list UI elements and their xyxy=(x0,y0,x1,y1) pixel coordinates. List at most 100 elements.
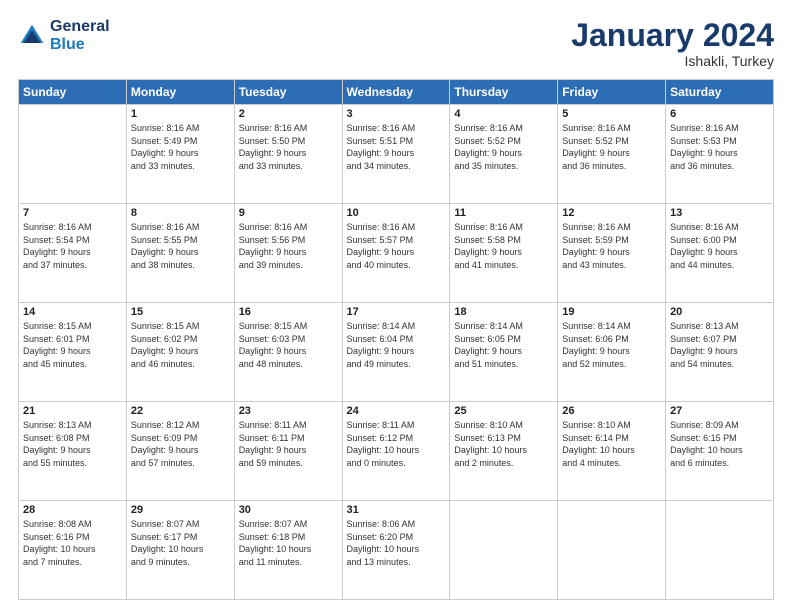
page: General Blue January 2024 Ishakli, Turke… xyxy=(0,0,792,612)
day-number: 3 xyxy=(347,108,446,120)
week-row-2: 7 Sunrise: 8:16 AM Sunset: 5:54 PM Daylig… xyxy=(19,204,774,303)
day-info: Sunrise: 8:16 AM Sunset: 6:00 PM Dayligh… xyxy=(670,221,769,271)
day-info: Sunrise: 8:16 AM Sunset: 5:55 PM Dayligh… xyxy=(131,221,230,271)
week-row-3: 14 Sunrise: 8:15 AM Sunset: 6:01 PM Dayli… xyxy=(19,303,774,402)
calendar-table: SundayMondayTuesdayWednesdayThursdayFrid… xyxy=(18,79,774,600)
day-number: 13 xyxy=(670,207,769,219)
day-cell: 1Sunrise: 8:16 AM Sunset: 5:49 PM Daylig… xyxy=(126,105,234,204)
day-cell: 4 Sunrise: 8:16 AM Sunset: 5:52 PM Daylig… xyxy=(450,105,558,204)
day-info: Sunrise: 8:13 AM Sunset: 6:07 PM Dayligh… xyxy=(670,320,769,370)
day-info: Sunrise: 8:16 AM Sunset: 5:52 PM Dayligh… xyxy=(562,122,661,172)
day-number: 24 xyxy=(347,405,446,417)
day-number: 11 xyxy=(454,207,553,219)
day-info: Sunrise: 8:06 AM Sunset: 6:20 PM Dayligh… xyxy=(347,518,446,568)
day-info: Sunrise: 8:07 AM Sunset: 6:17 PM Dayligh… xyxy=(131,518,230,568)
day-number: 22 xyxy=(131,405,230,417)
day-cell: 26 Sunrise: 8:10 AM Sunset: 6:14 PM Dayli… xyxy=(558,402,666,501)
col-header-saturday: Saturday xyxy=(666,80,774,105)
day-number: 21 xyxy=(23,405,122,417)
day-cell: 16 Sunrise: 8:15 AM Sunset: 6:03 PM Dayli… xyxy=(234,303,342,402)
week-row-1: 1Sunrise: 8:16 AM Sunset: 5:49 PM Daylig… xyxy=(19,105,774,204)
day-cell xyxy=(558,501,666,600)
day-info: Sunrise: 8:16 AM Sunset: 5:50 PM Dayligh… xyxy=(239,122,338,172)
day-number: 20 xyxy=(670,306,769,318)
day-cell: 14 Sunrise: 8:15 AM Sunset: 6:01 PM Dayli… xyxy=(19,303,127,402)
day-cell: 21 Sunrise: 8:13 AM Sunset: 6:08 PM Dayli… xyxy=(19,402,127,501)
day-number: 4 xyxy=(454,108,553,120)
header: General Blue January 2024 Ishakli, Turke… xyxy=(18,18,774,69)
day-info: Sunrise: 8:16 AM Sunset: 5:53 PM Dayligh… xyxy=(670,122,769,172)
col-header-monday: Monday xyxy=(126,80,234,105)
col-header-thursday: Thursday xyxy=(450,80,558,105)
day-cell: 8 Sunrise: 8:16 AM Sunset: 5:55 PM Daylig… xyxy=(126,204,234,303)
day-cell: 12 Sunrise: 8:16 AM Sunset: 5:59 PM Dayli… xyxy=(558,204,666,303)
day-info: Sunrise: 8:16 AM Sunset: 5:58 PM Dayligh… xyxy=(454,221,553,271)
subtitle: Ishakli, Turkey xyxy=(571,53,774,69)
day-cell: 11 Sunrise: 8:16 AM Sunset: 5:58 PM Dayli… xyxy=(450,204,558,303)
col-header-friday: Friday xyxy=(558,80,666,105)
day-cell: 7 Sunrise: 8:16 AM Sunset: 5:54 PM Daylig… xyxy=(19,204,127,303)
day-cell: 31 Sunrise: 8:06 AM Sunset: 6:20 PM Dayli… xyxy=(342,501,450,600)
day-cell: 27 Sunrise: 8:09 AM Sunset: 6:15 PM Dayli… xyxy=(666,402,774,501)
month-title: January 2024 xyxy=(571,18,774,53)
day-info: Sunrise: 8:16 AM Sunset: 5:52 PM Dayligh… xyxy=(454,122,553,172)
day-cell: 2 Sunrise: 8:16 AM Sunset: 5:50 PM Daylig… xyxy=(234,105,342,204)
day-number: 26 xyxy=(562,405,661,417)
day-info: Sunrise: 8:11 AM Sunset: 6:12 PM Dayligh… xyxy=(347,419,446,469)
col-header-sunday: Sunday xyxy=(19,80,127,105)
day-number: 30 xyxy=(239,504,338,516)
day-number: 19 xyxy=(562,306,661,318)
day-cell: 6 Sunrise: 8:16 AM Sunset: 5:53 PM Daylig… xyxy=(666,105,774,204)
day-info: Sunrise: 8:16 AM Sunset: 5:57 PM Dayligh… xyxy=(347,221,446,271)
day-info: Sunrise: 8:09 AM Sunset: 6:15 PM Dayligh… xyxy=(670,419,769,469)
day-cell: 28Sunrise: 8:08 AM Sunset: 6:16 PM Dayli… xyxy=(19,501,127,600)
day-info: Sunrise: 8:14 AM Sunset: 6:05 PM Dayligh… xyxy=(454,320,553,370)
day-info: Sunrise: 8:08 AM Sunset: 6:16 PM Dayligh… xyxy=(23,518,122,568)
day-number: 31 xyxy=(347,504,446,516)
week-row-4: 21 Sunrise: 8:13 AM Sunset: 6:08 PM Dayli… xyxy=(19,402,774,501)
day-cell xyxy=(450,501,558,600)
day-info: Sunrise: 8:10 AM Sunset: 6:13 PM Dayligh… xyxy=(454,419,553,469)
day-number: 27 xyxy=(670,405,769,417)
day-number: 7 xyxy=(23,207,122,219)
day-cell: 25 Sunrise: 8:10 AM Sunset: 6:13 PM Dayli… xyxy=(450,402,558,501)
day-info: Sunrise: 8:16 AM Sunset: 5:54 PM Dayligh… xyxy=(23,221,122,271)
day-cell: 17Sunrise: 8:14 AM Sunset: 6:04 PM Dayli… xyxy=(342,303,450,402)
day-cell: 9 Sunrise: 8:16 AM Sunset: 5:56 PM Daylig… xyxy=(234,204,342,303)
week-row-5: 28Sunrise: 8:08 AM Sunset: 6:16 PM Dayli… xyxy=(19,501,774,600)
day-cell: 10 Sunrise: 8:16 AM Sunset: 5:57 PM Dayli… xyxy=(342,204,450,303)
day-cell: 18Sunrise: 8:14 AM Sunset: 6:05 PM Dayli… xyxy=(450,303,558,402)
day-info: Sunrise: 8:07 AM Sunset: 6:18 PM Dayligh… xyxy=(239,518,338,568)
day-info: Sunrise: 8:15 AM Sunset: 6:01 PM Dayligh… xyxy=(23,320,122,370)
day-info: Sunrise: 8:10 AM Sunset: 6:14 PM Dayligh… xyxy=(562,419,661,469)
day-number: 25 xyxy=(454,405,553,417)
day-info: Sunrise: 8:15 AM Sunset: 6:03 PM Dayligh… xyxy=(239,320,338,370)
day-cell: 13 Sunrise: 8:16 AM Sunset: 6:00 PM Dayli… xyxy=(666,204,774,303)
day-info: Sunrise: 8:14 AM Sunset: 6:04 PM Dayligh… xyxy=(347,320,446,370)
day-cell xyxy=(666,501,774,600)
day-number: 14 xyxy=(23,306,122,318)
day-info: Sunrise: 8:16 AM Sunset: 5:56 PM Dayligh… xyxy=(239,221,338,271)
day-info: Sunrise: 8:14 AM Sunset: 6:06 PM Dayligh… xyxy=(562,320,661,370)
day-cell: 30 Sunrise: 8:07 AM Sunset: 6:18 PM Dayli… xyxy=(234,501,342,600)
day-number: 5 xyxy=(562,108,661,120)
logo-icon xyxy=(18,22,46,50)
day-number: 2 xyxy=(239,108,338,120)
day-number: 8 xyxy=(131,207,230,219)
day-number: 10 xyxy=(347,207,446,219)
day-number: 9 xyxy=(239,207,338,219)
day-cell: 15Sunrise: 8:15 AM Sunset: 6:02 PM Dayli… xyxy=(126,303,234,402)
day-info: Sunrise: 8:13 AM Sunset: 6:08 PM Dayligh… xyxy=(23,419,122,469)
day-number: 23 xyxy=(239,405,338,417)
day-number: 12 xyxy=(562,207,661,219)
day-info: Sunrise: 8:16 AM Sunset: 5:51 PM Dayligh… xyxy=(347,122,446,172)
day-info: Sunrise: 8:16 AM Sunset: 5:59 PM Dayligh… xyxy=(562,221,661,271)
day-number: 29 xyxy=(131,504,230,516)
day-info: Sunrise: 8:12 AM Sunset: 6:09 PM Dayligh… xyxy=(131,419,230,469)
day-cell: 29 Sunrise: 8:07 AM Sunset: 6:17 PM Dayli… xyxy=(126,501,234,600)
day-number: 6 xyxy=(670,108,769,120)
day-number: 16 xyxy=(239,306,338,318)
logo: General Blue xyxy=(18,18,110,53)
title-block: January 2024 Ishakli, Turkey xyxy=(571,18,774,69)
logo-text: General Blue xyxy=(50,18,110,53)
